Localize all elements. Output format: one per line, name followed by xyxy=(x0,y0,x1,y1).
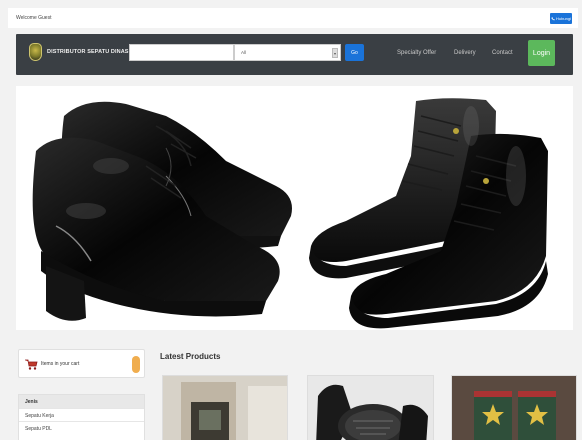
product-image xyxy=(163,376,287,440)
welcome-text: Welcome Guest xyxy=(16,15,52,21)
phone-icon xyxy=(551,16,555,20)
login-button[interactable]: Login xyxy=(528,40,555,66)
main-navbar: DISTRIBUTOR SEPATU DINAS All ▾ Go Specia… xyxy=(16,34,573,75)
go-button[interactable]: Go xyxy=(345,44,364,61)
category-panel-title: Jenis xyxy=(19,395,144,408)
brand-name: DISTRIBUTOR SEPATU DINAS xyxy=(47,49,129,55)
brand[interactable]: DISTRIBUTOR SEPATU DINAS xyxy=(29,43,129,61)
nav-link-delivery[interactable]: Delivery xyxy=(454,50,476,56)
category-item[interactable]: Sepatu Kerja xyxy=(19,408,144,421)
product-image xyxy=(308,376,433,440)
cart-count-badge xyxy=(132,356,140,373)
product-card[interactable] xyxy=(162,375,288,440)
hero-shoes-image xyxy=(32,98,548,329)
top-action-button[interactable]: Hubungi xyxy=(550,13,572,24)
hero-banner[interactable] xyxy=(16,86,573,330)
top-action-label: Hubungi xyxy=(556,16,571,21)
nav-link-specialty-offer[interactable]: Specialty Offer xyxy=(397,50,436,56)
product-image xyxy=(452,376,576,440)
chevron-down-icon: ▾ xyxy=(332,48,338,58)
category-select[interactable]: All ▾ xyxy=(234,44,341,61)
cart-icon xyxy=(25,359,38,370)
nav-link-contact[interactable]: Contact xyxy=(492,50,513,56)
category-panel: Jenis Sepatu Kerja Sepatu PDL xyxy=(18,394,145,440)
cart-label: Items in your cart xyxy=(41,361,80,367)
search-input[interactable] xyxy=(129,44,234,61)
product-card[interactable] xyxy=(451,375,577,440)
top-bar: Welcome Guest Hubungi xyxy=(8,8,578,28)
product-card[interactable] xyxy=(307,375,434,440)
category-item[interactable]: Sepatu PDL xyxy=(19,421,144,434)
category-select-value: All xyxy=(241,50,247,55)
latest-products-title: Latest Products xyxy=(160,352,221,361)
brand-logo-icon xyxy=(29,43,42,61)
cart-box[interactable]: Items in your cart xyxy=(18,349,145,378)
